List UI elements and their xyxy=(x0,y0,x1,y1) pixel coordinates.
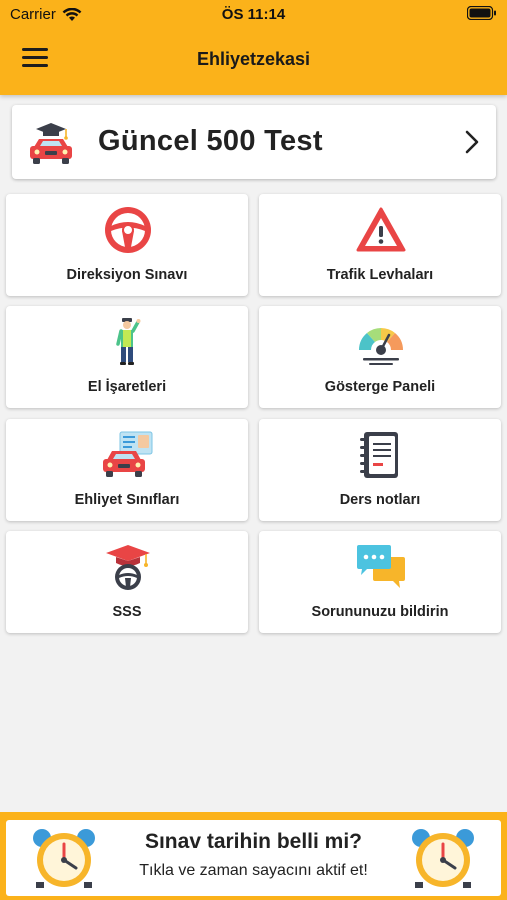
menu-card-label: Ehliyet Sınıfları xyxy=(74,492,180,508)
menu-grid: Direksiyon Sınavı Trafik Levhaları El İş… xyxy=(0,189,507,809)
app-header: Carrier ÖS 11:14 Ehliyetzekasi xyxy=(0,0,507,95)
menu-card-report-issue[interactable]: Sorununuzu bildirin xyxy=(259,531,501,633)
menu-card-label: Gösterge Paneli xyxy=(324,379,436,395)
exam-date-banner[interactable]: Sınav tarihin belli mi? Tıkla ve zaman s… xyxy=(6,820,501,896)
feature-title: Güncel 500 Test xyxy=(98,125,323,157)
menu-card-faq[interactable]: SSS xyxy=(6,531,248,633)
menu-card-hand-signals[interactable]: El İşaretleri xyxy=(6,306,248,408)
menu-card-license-classes[interactable]: Ehliyet Sınıfları xyxy=(6,419,248,521)
chat-bubbles-icon xyxy=(357,545,405,588)
menu-card-label: Sorununuzu bildirin xyxy=(311,604,449,620)
warning-sign-icon xyxy=(356,207,406,252)
license-car-icon xyxy=(103,431,153,477)
menu-card-label: Direksiyon Sınavı xyxy=(66,267,188,283)
menu-card-driving-exam[interactable]: Direksiyon Sınavı xyxy=(6,194,248,296)
graduation-wheel-icon xyxy=(106,545,150,590)
gauge-icon xyxy=(358,327,404,365)
latest-500-test-card[interactable]: Güncel 500 Test xyxy=(12,105,496,179)
steering-wheel-icon xyxy=(105,207,151,253)
traffic-police-icon xyxy=(116,318,141,365)
navigation-bar: Ehliyetzekasi xyxy=(0,38,507,82)
alarm-clock-icon xyxy=(412,829,474,888)
battery-icon xyxy=(466,5,497,24)
menu-card-label: Trafik Levhaları xyxy=(326,267,434,283)
status-time: ÖS 11:14 xyxy=(221,6,286,23)
app-title: Ehliyetzekasi xyxy=(196,49,311,69)
menu-card-label: Ders notları xyxy=(339,492,421,508)
menu-card-lesson-notes[interactable]: Ders notları xyxy=(259,419,501,521)
menu-card-traffic-signs[interactable]: Trafik Levhaları xyxy=(259,194,501,296)
chevron-right-icon xyxy=(465,130,479,154)
menu-card-label: SSS xyxy=(112,604,142,620)
menu-card-dashboard[interactable]: Gösterge Paneli xyxy=(259,306,501,408)
menu-card-label: El İşaretleri xyxy=(87,379,167,395)
exam-date-banner-area: Sınav tarihin belli mi? Tıkla ve zaman s… xyxy=(0,812,507,900)
graduation-car-icon xyxy=(30,123,72,164)
notebook-icon xyxy=(360,432,398,478)
status-bar: Carrier ÖS 11:14 xyxy=(0,0,507,28)
